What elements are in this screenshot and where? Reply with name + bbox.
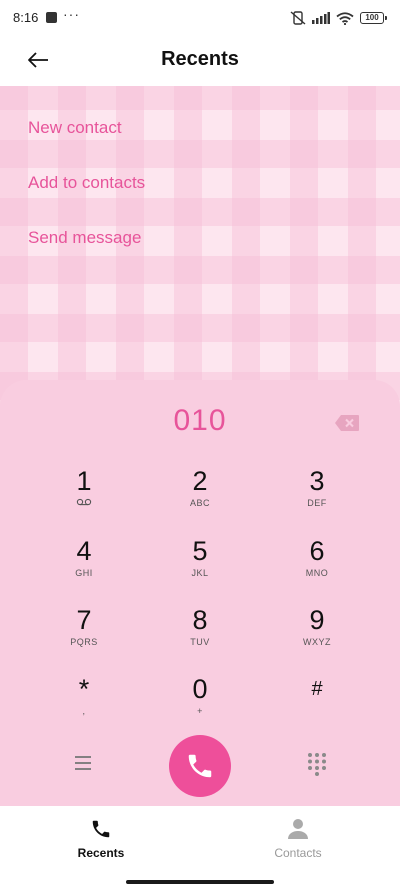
key-letters: TUV	[190, 637, 210, 647]
key-9[interactable]: 9 WXYZ	[272, 605, 362, 667]
key-1[interactable]: 1	[39, 466, 129, 528]
key-0[interactable]: 0 +	[155, 674, 245, 736]
send-message-link[interactable]: Send message	[28, 228, 141, 248]
phone-icon	[188, 754, 212, 778]
key-letters: WXYZ	[303, 637, 331, 647]
backspace-button[interactable]	[334, 414, 360, 432]
key-digit: 1	[76, 466, 92, 496]
key-letters: ,	[82, 706, 86, 716]
key-letters: ABC	[189, 498, 210, 508]
key-letters: JKL	[191, 568, 209, 578]
menu-icon	[75, 756, 91, 770]
dialpad-sheet: 010 1 2 ABC 3 DEF 4 GHI 5 JKL 6 MNO 7 PQ…	[0, 380, 400, 806]
status-icons: 100	[290, 10, 387, 26]
key-7[interactable]: 7 PQRS	[39, 605, 129, 667]
tab-label: Contacts	[274, 846, 322, 860]
key-digit: 8	[192, 605, 208, 635]
key-digit: *	[78, 674, 90, 704]
key-digit: 6	[309, 536, 325, 566]
vibrate-off-icon	[290, 11, 306, 25]
key-digit: 5	[192, 536, 208, 566]
key-letters	[272, 706, 362, 718]
status-bar: 8:16 ··· 100	[0, 0, 400, 36]
tab-contacts[interactable]: Contacts	[238, 816, 358, 860]
menu-button[interactable]	[72, 754, 96, 776]
key-letters: +	[197, 706, 203, 716]
key-4[interactable]: 4 GHI	[39, 536, 129, 598]
key-3[interactable]: 3 DEF	[272, 466, 362, 528]
backspace-icon	[335, 415, 359, 431]
key-letters: MNO	[305, 568, 329, 578]
key-letters: PQRS	[70, 637, 98, 647]
bottom-navigation: Recents Contacts	[0, 806, 400, 889]
key-8[interactable]: 8 TUV	[155, 605, 245, 667]
key-2[interactable]: 2 ABC	[155, 466, 245, 528]
key-letters: DEF	[307, 498, 327, 508]
home-indicator[interactable]	[126, 880, 274, 884]
wifi-icon	[336, 11, 354, 25]
dialpad-icon	[308, 753, 326, 776]
key-hash[interactable]: #	[272, 674, 362, 736]
key-digit: 4	[76, 536, 92, 566]
add-to-contacts-link[interactable]: Add to contacts	[28, 173, 145, 193]
key-5[interactable]: 5 JKL	[155, 536, 245, 598]
key-letters: GHI	[75, 568, 93, 578]
signal-icon	[312, 12, 330, 24]
call-button[interactable]	[169, 735, 231, 797]
voicemail-icon	[39, 498, 129, 510]
key-digit: 3	[309, 466, 325, 496]
person-icon	[238, 816, 358, 842]
app-header: Recents	[0, 36, 400, 86]
keypad-toggle-button[interactable]	[306, 752, 328, 776]
more-notifications-icon: ···	[63, 6, 80, 22]
status-time: 8:16	[13, 10, 39, 25]
tab-label: Recents	[77, 846, 125, 860]
tab-recents[interactable]: Recents	[41, 816, 161, 860]
page-title: Recents	[161, 48, 239, 70]
key-6[interactable]: 6 MNO	[272, 536, 362, 598]
phone-icon	[41, 816, 161, 842]
key-digit: 2	[192, 466, 208, 496]
key-star[interactable]: * ,	[39, 674, 129, 736]
key-digit: 7	[76, 605, 92, 635]
new-contact-link[interactable]: New contact	[28, 118, 122, 138]
notification-square-icon	[46, 12, 57, 23]
key-digit: 0	[192, 674, 208, 704]
battery-icon: 100	[360, 12, 387, 24]
key-digit: 9	[309, 605, 325, 635]
key-digit: #	[311, 678, 323, 700]
